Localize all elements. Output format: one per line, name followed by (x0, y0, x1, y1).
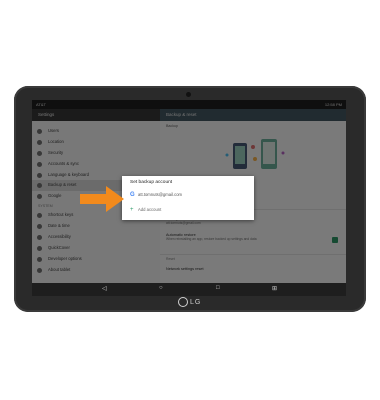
account-option[interactable]: Gatt.tomnuts@gmail.com (130, 192, 182, 198)
navigation-bar: ◁ ○ □ ⊞ (32, 283, 346, 296)
front-camera (186, 92, 191, 97)
lg-logo: LG (178, 297, 201, 307)
home-icon[interactable]: ○ (159, 285, 163, 291)
google-icon: G (130, 192, 135, 198)
dual-window-icon[interactable]: ⊞ (272, 285, 277, 292)
pointer-arrow-icon (80, 186, 124, 212)
add-account-option[interactable]: + Add account (130, 207, 161, 213)
set-backup-account-dialog: Set backup account Gatt.tomnuts@gmail.co… (122, 176, 254, 220)
back-icon[interactable]: ◁ (102, 285, 107, 292)
dialog-title: Set backup account (130, 180, 173, 185)
recents-icon[interactable]: □ (216, 285, 220, 291)
plus-icon: + (130, 207, 134, 213)
